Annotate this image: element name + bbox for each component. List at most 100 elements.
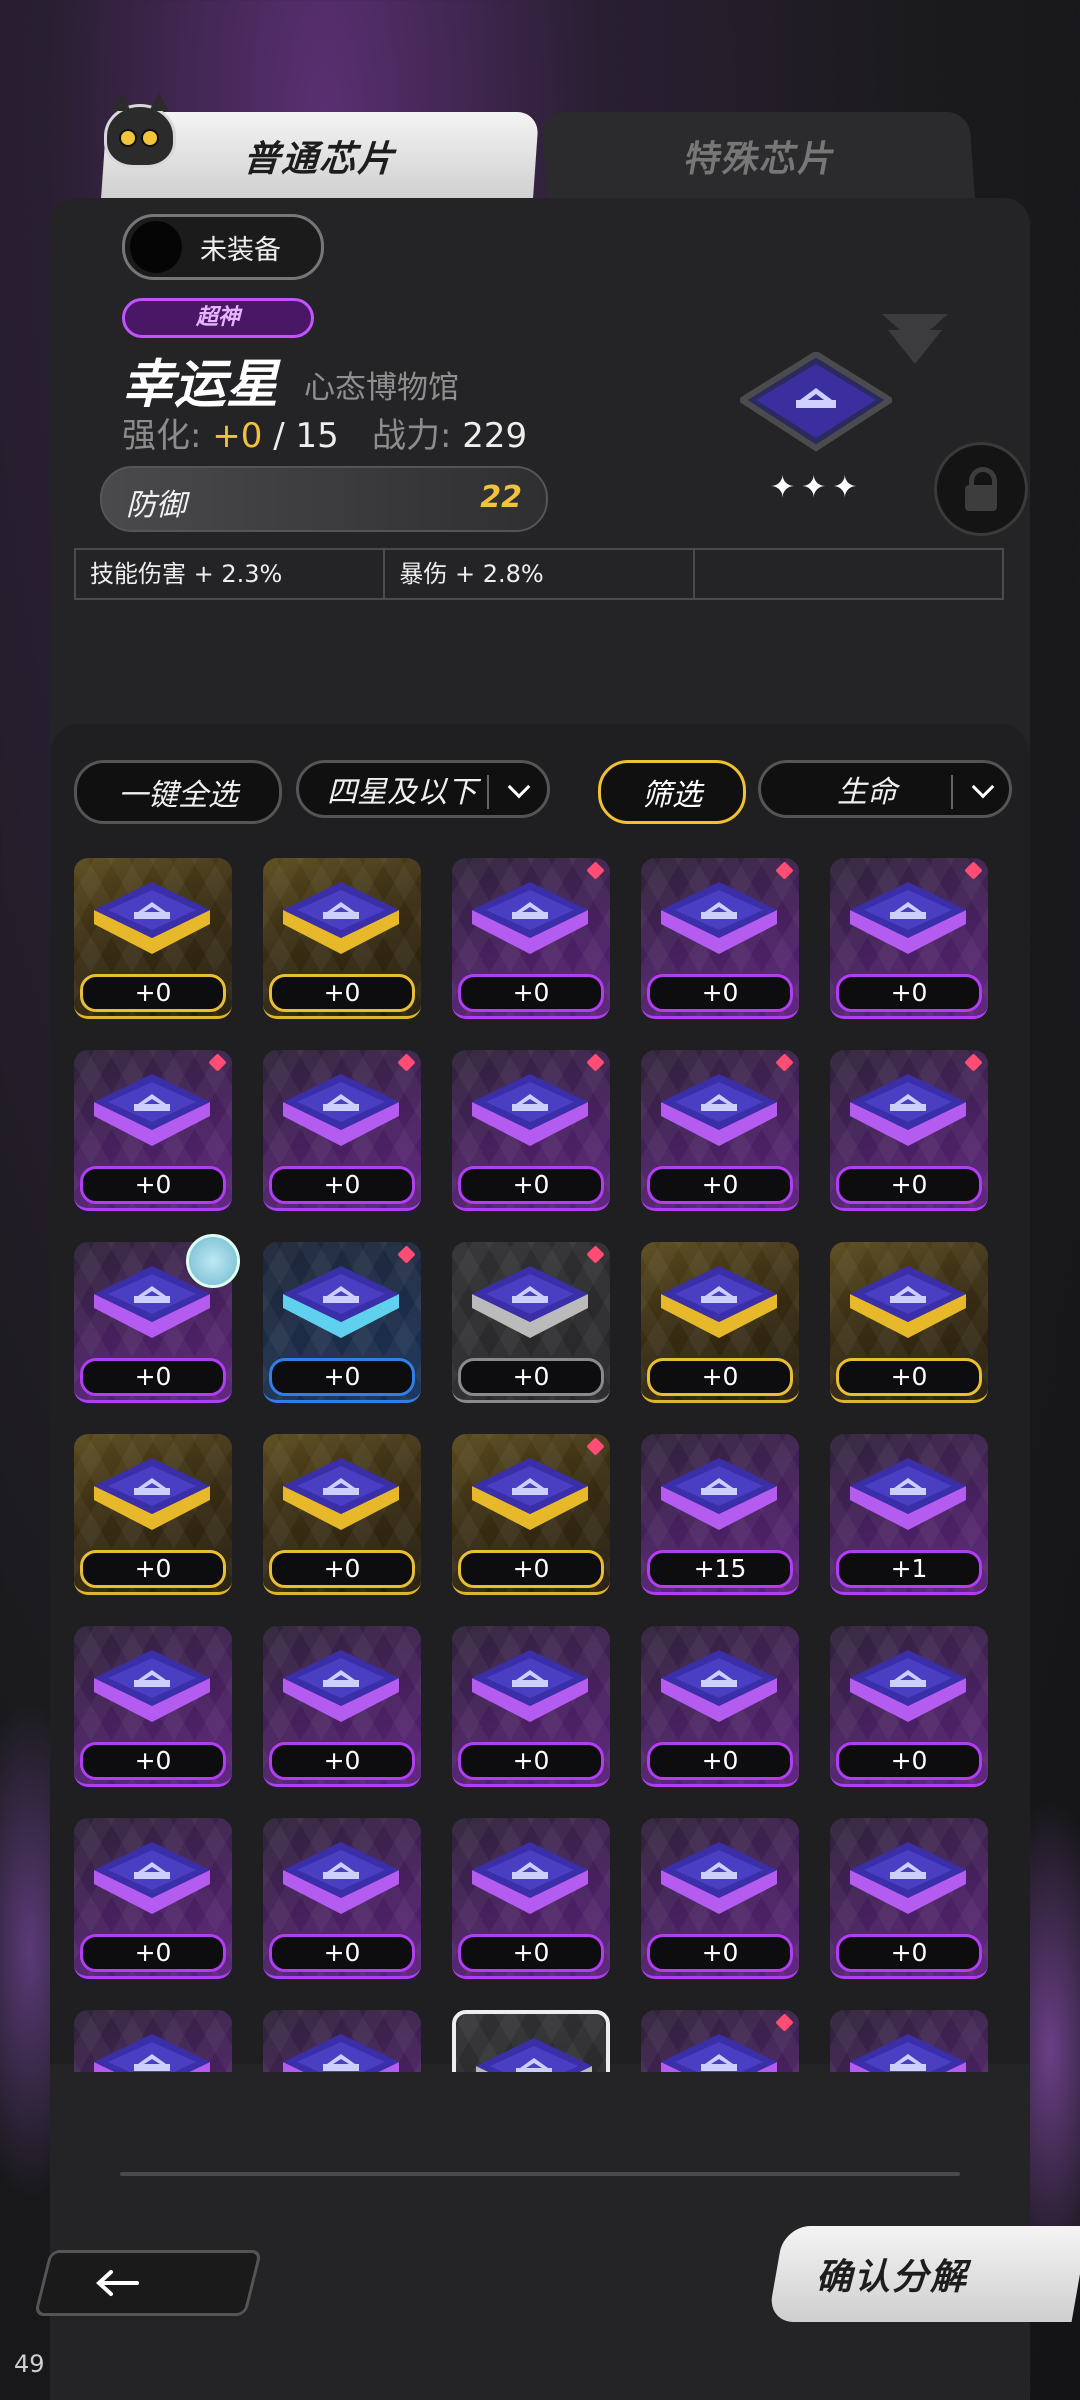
chip-item[interactable]: +0: [641, 858, 799, 1019]
chip-item-icon: [848, 1454, 968, 1546]
enhance-max: 15: [295, 416, 339, 456]
sub-stat-2: 暴伤 + 2.8%: [385, 550, 695, 598]
chip-item[interactable]: +0: [830, 1626, 988, 1787]
chip-item[interactable]: +15: [641, 1434, 799, 1595]
chip-item[interactable]: +0: [641, 1626, 799, 1787]
equipped-character-avatar: [186, 1234, 240, 1288]
chip-item[interactable]: +0: [830, 1242, 988, 1403]
chip-item-icon: [281, 1646, 401, 1738]
chip-item-icon: [281, 1262, 401, 1354]
chip-level-label: +0: [647, 1166, 793, 1204]
chip-item[interactable]: +1: [830, 1434, 988, 1595]
chip-level-label: +0: [269, 1550, 415, 1588]
cat-mascot-icon: [104, 93, 176, 168]
chip-item[interactable]: +0: [452, 1434, 610, 1595]
chip-item[interactable]: +0: [641, 1050, 799, 1211]
chip-level-label: +0: [269, 1742, 415, 1780]
chip-item-icon: [470, 1646, 590, 1738]
main-stat: 防御 22: [100, 466, 548, 532]
chip-level-label: +0: [269, 974, 415, 1012]
chip-item[interactable]: [263, 2010, 421, 2072]
chip-item[interactable]: +0: [263, 1818, 421, 1979]
chip-item-icon: [474, 2034, 594, 2072]
enhance-label: 强化:: [122, 416, 202, 456]
chip-item-icon: [92, 878, 212, 970]
chip-item[interactable]: +0: [452, 858, 610, 1019]
chip-level-label: +0: [836, 1358, 982, 1396]
tab-special-chips[interactable]: 特殊芯片: [540, 112, 976, 200]
back-arrow-icon: [96, 2270, 139, 2296]
chip-item[interactable]: +0: [641, 1818, 799, 1979]
chip-item[interactable]: +0: [74, 1050, 232, 1211]
chip-item-icon: [92, 2030, 212, 2072]
chip-item-icon: [848, 1838, 968, 1930]
chip-level-label: +0: [458, 1358, 604, 1396]
chip-item[interactable]: +0: [452, 1050, 610, 1211]
lock-icon: [965, 485, 997, 511]
dropdown-separator: [951, 775, 953, 809]
chip-level-label: +0: [836, 1166, 982, 1204]
sort-dropdown[interactable]: 生命: [758, 760, 1012, 818]
chip-grid: +0 +0 +0 +0 +0 +0 +0 +0 +0 +0 +0 +0 +0 +0 +0 +0 +0 +0 +15 +…: [74, 858, 994, 2072]
chip-item-icon: [470, 1838, 590, 1930]
chip-item[interactable]: +0: [74, 1434, 232, 1595]
page-number: 49: [14, 2350, 45, 2378]
unequipped-toggle[interactable]: 未装备: [122, 214, 324, 280]
chevron-down-icon: [971, 775, 995, 799]
chip-level-label: +0: [80, 974, 226, 1012]
chip-item[interactable]: +0: [263, 1626, 421, 1787]
chip-item[interactable]: +0: [830, 1050, 988, 1211]
chip-item[interactable]: +0: [74, 1818, 232, 1979]
chip-item[interactable]: +0: [641, 1242, 799, 1403]
chip-level-label: +15: [647, 1550, 793, 1588]
chip-level-label: +0: [269, 1358, 415, 1396]
chip-item[interactable]: +0: [452, 1818, 610, 1979]
chip-item-icon: [470, 878, 590, 970]
chip-item[interactable]: +0: [830, 858, 988, 1019]
chip-level-label: +0: [836, 1934, 982, 1972]
chip-level-label: +0: [647, 1742, 793, 1780]
select-all-button[interactable]: 一键全选: [74, 760, 282, 824]
chip-item[interactable]: +0: [74, 1626, 232, 1787]
confirm-decompose-button[interactable]: 确认分解: [767, 2226, 1080, 2322]
main-stat-value: 22: [480, 480, 522, 515]
cat-eye-left: [119, 129, 137, 147]
lock-button[interactable]: [934, 442, 1028, 536]
chip-item[interactable]: [74, 2010, 232, 2072]
chip-item[interactable]: [830, 2010, 988, 2072]
chip-level-label: +0: [458, 1742, 604, 1780]
chip-item[interactable]: +0: [452, 1242, 610, 1403]
chip-item-icon: [470, 1454, 590, 1546]
star-rating: ✦✦✦: [770, 470, 864, 505]
chip-item-icon: [848, 878, 968, 970]
chip-item-icon: [659, 1838, 779, 1930]
main-stat-name: 防御: [126, 488, 186, 523]
chip-item-icon: [659, 2030, 779, 2072]
chip-item[interactable]: +0: [263, 858, 421, 1019]
chip-item[interactable]: +0: [263, 1050, 421, 1211]
chip-item[interactable]: +0: [74, 858, 232, 1019]
chip-item-icon: [848, 1262, 968, 1354]
chip-item-icon: [848, 1646, 968, 1738]
chip-level-label: +0: [647, 1358, 793, 1396]
chip-item-icon: [281, 1454, 401, 1546]
chip-item[interactable]: [641, 2010, 799, 2072]
chip-item[interactable]: +0: [263, 1434, 421, 1595]
filter-button[interactable]: 筛选: [598, 760, 746, 824]
chip-item[interactable]: [452, 2010, 610, 2072]
chip-level-label: +0: [647, 1934, 793, 1972]
chip-level-label: +0: [458, 1934, 604, 1972]
back-button[interactable]: [33, 2250, 263, 2316]
toggle-label: 未装备: [200, 234, 281, 266]
chip-item[interactable]: +0: [452, 1626, 610, 1787]
chip-item[interactable]: +0: [830, 1818, 988, 1979]
chip-item[interactable]: +0: [263, 1242, 421, 1403]
chip-level-label: +0: [647, 974, 793, 1012]
chip-level-label: +0: [836, 974, 982, 1012]
star-filter-dropdown[interactable]: 四星及以下: [296, 760, 550, 818]
chip-item-icon: [281, 878, 401, 970]
star-filter-label: 四星及以下: [327, 775, 477, 810]
tab-normal-label: 普通芯片: [242, 139, 398, 180]
chip-item-icon: [470, 1262, 590, 1354]
select-all-label: 一键全选: [118, 778, 238, 813]
